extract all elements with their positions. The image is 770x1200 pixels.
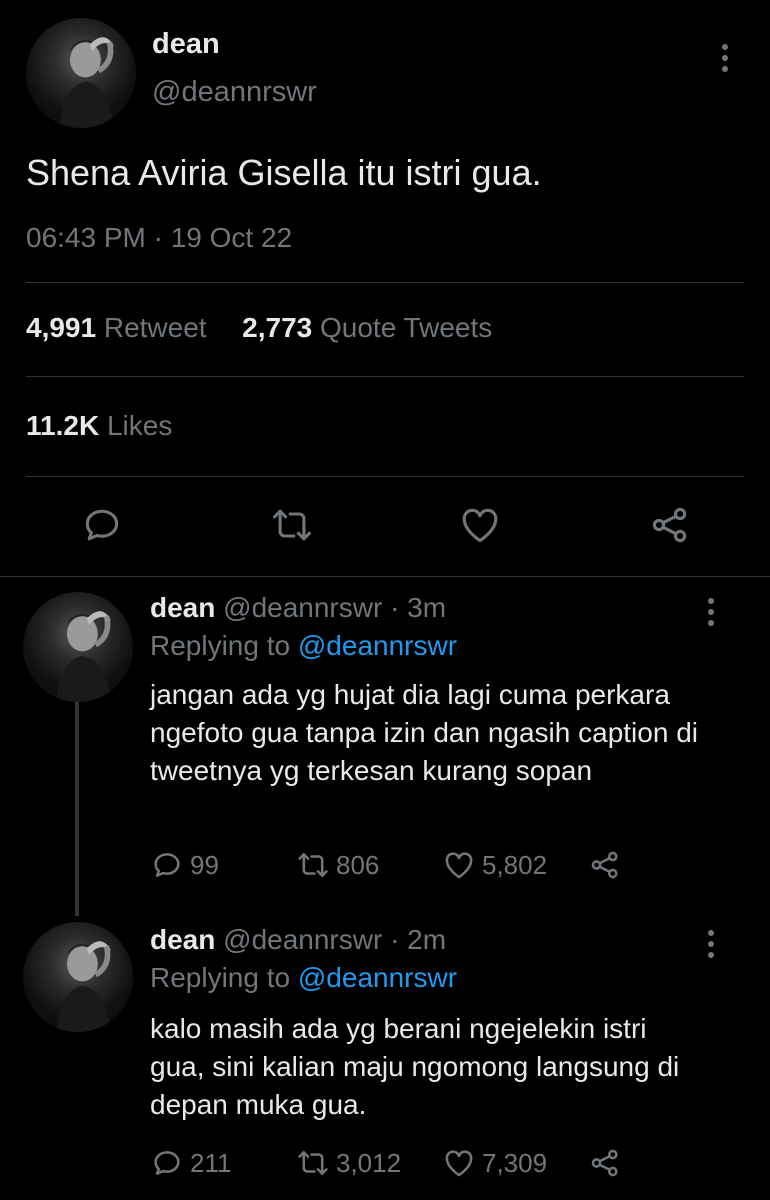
quotes-count: 2,773 <box>242 312 313 343</box>
more-options-icon[interactable] <box>706 598 716 631</box>
replying-to-handle[interactable]: @deannrswr <box>298 962 457 993</box>
main-tweet-text: Shena Aviria Gisella itu istri gua. <box>26 152 542 193</box>
retweet-count: 806 <box>336 849 380 880</box>
divider <box>26 476 744 477</box>
share-icon <box>652 507 687 543</box>
reply-avatar[interactable] <box>23 592 133 702</box>
replying-to-handle[interactable]: @deannrswr <box>298 630 457 661</box>
reply-time[interactable]: · 2m <box>390 924 446 955</box>
retweet-button[interactable] <box>270 503 314 547</box>
retweets-label: Retweet <box>103 312 207 343</box>
reply-author-handle[interactable]: @deannrswr <box>223 592 382 623</box>
more-options-icon[interactable] <box>720 44 730 77</box>
retweet-icon <box>273 509 311 541</box>
quotes-label: Quote Tweets <box>320 312 493 343</box>
main-tweet-timestamp[interactable]: 06:43 PM · 19 Oct 22 <box>26 222 292 254</box>
replying-to: Replying to @deannrswr <box>150 962 457 994</box>
reply-author-name[interactable]: dean <box>150 592 215 623</box>
share-button[interactable] <box>648 503 692 547</box>
reply-text: jangan ada yg hujat dia lagi cuma perkar… <box>150 679 698 786</box>
like-button[interactable]: 5,802 <box>442 848 547 882</box>
like-count: 7,309 <box>482 1147 548 1178</box>
retweet-button[interactable]: 806 <box>296 848 379 882</box>
retweets-stat[interactable]: 4,991 Retweet <box>26 312 214 343</box>
retweets-count: 4,991 <box>26 312 97 343</box>
likes-count: 11.2K <box>26 410 100 441</box>
section-divider <box>0 576 770 577</box>
reply-author-name[interactable]: dean <box>150 924 215 955</box>
like-button[interactable] <box>458 503 502 547</box>
avatar-photo <box>56 941 111 1032</box>
reply-header: dean @deannrswr · 2m <box>150 924 446 956</box>
divider <box>26 376 744 377</box>
main-avatar[interactable] <box>26 18 136 128</box>
main-author-name[interactable]: dean <box>152 28 220 61</box>
avatar-photo <box>56 611 111 702</box>
retweet-icon <box>298 853 328 877</box>
reply-avatar[interactable] <box>23 922 133 1032</box>
reply-time[interactable]: · 3m <box>390 592 446 623</box>
reply-icon <box>85 509 119 541</box>
engagement-stats-row: 4,991 Retweet 2,773 Quote Tweets <box>26 312 492 344</box>
thread-connector-line <box>75 700 79 916</box>
reply-author-handle[interactable]: @deannrswr <box>223 924 382 955</box>
reply-text: kalo masih ada yg berani ngejelekin istr… <box>150 1013 680 1120</box>
like-count: 5,802 <box>482 849 548 880</box>
more-options-icon[interactable] <box>706 930 716 963</box>
reply-button[interactable]: 99 <box>150 848 219 882</box>
replying-to-label: Replying to <box>150 962 291 993</box>
share-button[interactable] <box>588 848 622 882</box>
divider <box>26 282 744 283</box>
likes-label: Likes <box>106 410 173 441</box>
share-icon <box>591 851 618 879</box>
retweet-icon <box>298 1151 328 1175</box>
likes-stat[interactable]: 11.2K Likes <box>26 410 172 442</box>
reply-header: dean @deannrswr · 3m <box>150 592 446 624</box>
reply-icon <box>154 853 180 877</box>
heart-icon <box>445 852 473 879</box>
retweet-count: 3,012 <box>336 1147 402 1178</box>
reply-button[interactable]: 211 <box>150 1146 231 1180</box>
quotes-stat[interactable]: 2,773 Quote Tweets <box>242 312 492 343</box>
reply-button[interactable] <box>80 503 124 547</box>
share-icon <box>591 1149 618 1177</box>
share-button[interactable] <box>588 1146 622 1180</box>
reply-icon <box>154 1151 180 1175</box>
avatar-photo <box>59 37 114 128</box>
reply-count: 99 <box>190 849 219 880</box>
replying-to-label: Replying to <box>150 630 291 661</box>
replying-to: Replying to @deannrswr <box>150 630 457 662</box>
heart-icon <box>445 1150 473 1177</box>
main-author-handle[interactable]: @deannrswr <box>152 76 317 109</box>
reply-count: 211 <box>190 1147 232 1178</box>
retweet-button[interactable]: 3,012 <box>296 1146 401 1180</box>
heart-icon <box>462 508 498 543</box>
like-button[interactable]: 7,309 <box>442 1146 547 1180</box>
